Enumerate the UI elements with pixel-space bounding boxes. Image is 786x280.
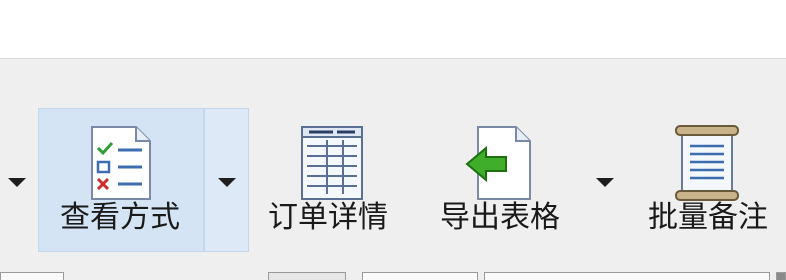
view-mode-chevron-down-icon[interactable] bbox=[218, 178, 236, 187]
bottom-field-3[interactable] bbox=[362, 272, 478, 280]
bottom-field-4[interactable] bbox=[484, 272, 770, 280]
checklist-document-icon bbox=[91, 126, 151, 200]
export-table-label: 导出表格 bbox=[440, 200, 560, 235]
order-table-icon bbox=[301, 126, 363, 200]
export-table-chevron-down-icon[interactable] bbox=[596, 178, 614, 187]
bottom-field-5[interactable] bbox=[776, 272, 786, 280]
view-mode-label: 查看方式 bbox=[60, 200, 180, 235]
bottom-field-1[interactable] bbox=[0, 272, 64, 280]
previous-dropdown-arrow-icon[interactable] bbox=[8, 178, 26, 187]
order-details-label: 订单详情 bbox=[268, 200, 388, 235]
scroll-notes-icon bbox=[675, 125, 739, 201]
title-strip bbox=[0, 0, 786, 58]
bottom-field-2[interactable] bbox=[268, 272, 346, 280]
batch-notes-label: 批量备注 bbox=[648, 200, 768, 235]
export-document-icon bbox=[465, 126, 531, 200]
